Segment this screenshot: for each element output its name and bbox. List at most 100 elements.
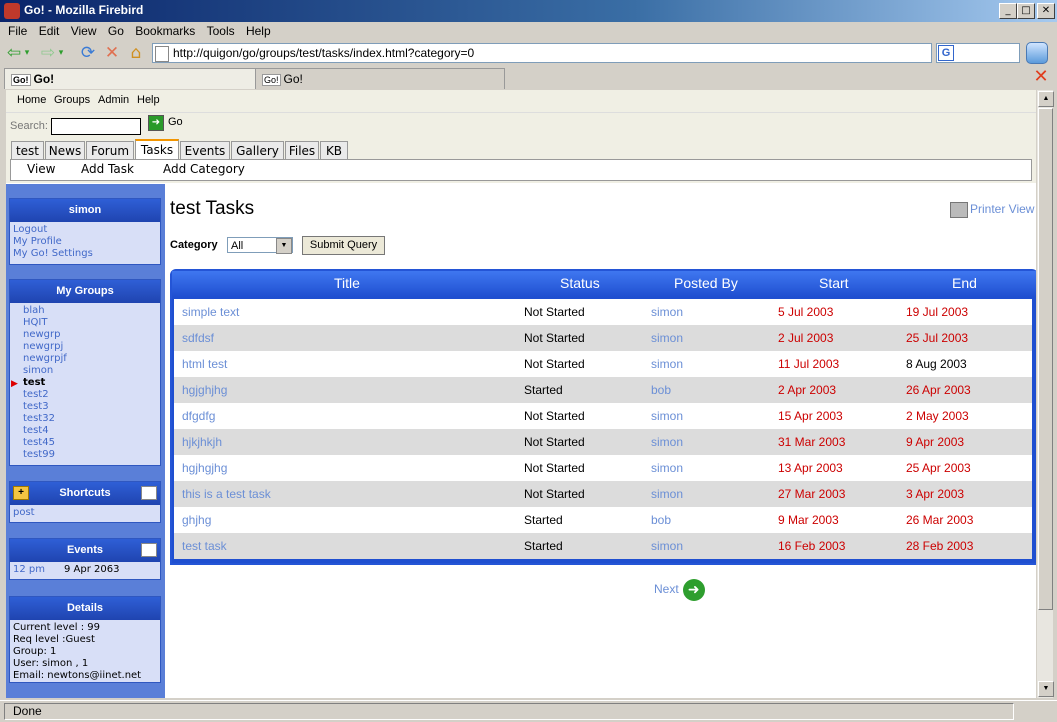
menu-bookmarks[interactable]: Bookmarks xyxy=(135,22,195,40)
task-poster-link[interactable]: simon xyxy=(651,539,683,553)
task-poster-link[interactable]: simon xyxy=(651,331,683,345)
group-link[interactable]: HQIT xyxy=(13,317,157,329)
search-go-button[interactable] xyxy=(1026,42,1048,64)
shortcut-link[interactable]: post xyxy=(13,507,157,519)
group-link[interactable]: simon xyxy=(13,365,157,377)
group-link[interactable]: test99 xyxy=(13,449,157,461)
submit-query-button[interactable]: Submit Query xyxy=(302,236,385,255)
event-time-link[interactable]: 12 pm xyxy=(13,564,45,576)
home-icon[interactable]: ⌂ xyxy=(126,43,146,63)
close-tab-icon[interactable]: ✕ xyxy=(1032,68,1050,86)
edit-icon[interactable] xyxy=(141,486,157,500)
task-status: Not Started xyxy=(524,331,585,345)
scroll-thumb[interactable] xyxy=(1038,108,1053,610)
site-menu-admin[interactable]: Admin xyxy=(98,94,129,106)
tab-gallery[interactable]: Gallery xyxy=(231,141,284,160)
my-settings-link[interactable]: My Go! Settings xyxy=(13,248,157,260)
stop-icon[interactable]: ✕ xyxy=(102,43,122,63)
column-header-start[interactable]: Start xyxy=(819,275,849,291)
subnav-view[interactable]: View xyxy=(27,162,55,176)
menu-help[interactable]: Help xyxy=(246,22,271,40)
group-link[interactable]: test4 xyxy=(13,425,157,437)
current-group[interactable]: ▶ test xyxy=(11,377,157,389)
menu-go[interactable]: Go xyxy=(108,22,124,40)
site-menu-groups[interactable]: Groups xyxy=(54,94,90,106)
task-title-link[interactable]: this is a test task xyxy=(182,487,271,501)
task-title-link[interactable]: ghjhg xyxy=(182,513,211,527)
task-poster-link[interactable]: simon xyxy=(651,305,683,319)
tab-forum[interactable]: Forum xyxy=(86,141,134,160)
printer-view-link[interactable]: Printer View xyxy=(950,202,1034,218)
search-go-link[interactable]: Go xyxy=(168,116,183,128)
column-header-posted-by[interactable]: Posted By xyxy=(674,275,738,291)
site-menu-home[interactable]: Home xyxy=(17,94,46,106)
scroll-down-icon[interactable]: ▼ xyxy=(1038,681,1054,697)
tab-tasks[interactable]: Tasks xyxy=(135,139,179,161)
logout-link[interactable]: Logout xyxy=(13,224,157,236)
tab-test[interactable]: test xyxy=(11,141,44,160)
task-title-link[interactable]: simple text xyxy=(182,305,239,319)
menu-tools[interactable]: Tools xyxy=(207,22,235,40)
task-title-link[interactable]: dfgdfg xyxy=(182,409,215,423)
menu-view[interactable]: View xyxy=(71,22,97,40)
column-header-end[interactable]: End xyxy=(952,275,977,291)
group-link[interactable]: test3 xyxy=(13,401,157,413)
status-text: Done xyxy=(4,703,1014,720)
task-title-link[interactable]: hgjghjhg xyxy=(182,383,227,397)
tab-news[interactable]: News xyxy=(45,141,85,160)
browser-tab-2[interactable]: Go! Go! xyxy=(255,68,505,89)
minimize-icon[interactable]: _ xyxy=(999,3,1017,19)
tab-events[interactable]: Events xyxy=(180,141,230,160)
scroll-up-icon[interactable]: ▲ xyxy=(1038,91,1054,107)
forward-icon[interactable]: ⇨ xyxy=(38,43,58,63)
vertical-scrollbar[interactable]: ▲ ▼ xyxy=(1037,90,1054,698)
task-poster-link[interactable]: simon xyxy=(651,487,683,501)
task-poster-link[interactable]: bob xyxy=(651,383,671,397)
task-title-link[interactable]: hgjhgjhg xyxy=(182,461,227,475)
menu-file[interactable]: File xyxy=(8,22,27,40)
task-poster-link[interactable]: simon xyxy=(651,409,683,423)
back-dropdown-icon[interactable]: ▾ xyxy=(22,43,32,63)
maximize-icon[interactable]: □ xyxy=(1017,3,1035,19)
table-row: test task Started simon 16 Feb 2003 28 Feb 2… xyxy=(174,533,1032,559)
group-link[interactable]: test32 xyxy=(13,413,157,425)
address-bar[interactable]: http://quigon/go/groups/test/tasks/index… xyxy=(152,43,932,63)
group-link[interactable]: test2 xyxy=(13,389,157,401)
group-link[interactable]: newgrp xyxy=(13,329,157,341)
task-poster-link[interactable]: simon xyxy=(651,357,683,371)
group-link[interactable]: newgrpj xyxy=(13,341,157,353)
go-arrow-icon[interactable]: ➜ xyxy=(148,115,164,131)
group-link[interactable]: test45 xyxy=(13,437,157,449)
subnav-add-task[interactable]: Add Task xyxy=(81,162,134,176)
tab-files[interactable]: Files xyxy=(285,141,319,160)
task-title-link[interactable]: sdfdsf xyxy=(182,331,214,345)
next-page-link[interactable]: Next ➜ xyxy=(654,579,705,601)
task-title-link[interactable]: hjkjhkjh xyxy=(182,435,222,449)
task-poster-link[interactable]: simon xyxy=(651,461,683,475)
my-groups-title: My Groups xyxy=(10,280,160,303)
close-icon[interactable]: ✕ xyxy=(1037,3,1055,19)
edit-icon[interactable] xyxy=(141,543,157,557)
group-link[interactable]: blah xyxy=(13,305,157,317)
menu-edit[interactable]: Edit xyxy=(39,22,60,40)
column-header-status[interactable]: Status xyxy=(560,275,600,291)
category-select[interactable]: All ▼ xyxy=(227,237,293,254)
forward-dropdown-icon[interactable]: ▾ xyxy=(56,43,66,63)
back-icon[interactable]: ⇦ xyxy=(4,43,24,63)
google-search-field[interactable]: G xyxy=(936,43,1020,63)
my-profile-link[interactable]: My Profile xyxy=(13,236,157,248)
task-poster-link[interactable]: simon xyxy=(651,435,683,449)
reload-icon[interactable]: ⟳ xyxy=(78,43,98,63)
subnav-add-category[interactable]: Add Category xyxy=(163,162,245,176)
task-poster-link[interactable]: bob xyxy=(651,513,671,527)
group-link[interactable]: newgrpjf xyxy=(13,353,157,365)
browser-tab-1[interactable]: Go! Go! xyxy=(4,68,256,89)
task-title-link[interactable]: html test xyxy=(182,357,227,371)
folder-add-icon[interactable]: + xyxy=(13,486,29,500)
tab-kb[interactable]: KB xyxy=(320,141,348,160)
printer-view-label: Printer View xyxy=(970,202,1035,217)
column-header-title[interactable]: Title xyxy=(334,275,360,291)
site-menu-help[interactable]: Help xyxy=(137,94,160,106)
search-input[interactable] xyxy=(51,118,141,135)
task-title-link[interactable]: test task xyxy=(182,539,227,553)
